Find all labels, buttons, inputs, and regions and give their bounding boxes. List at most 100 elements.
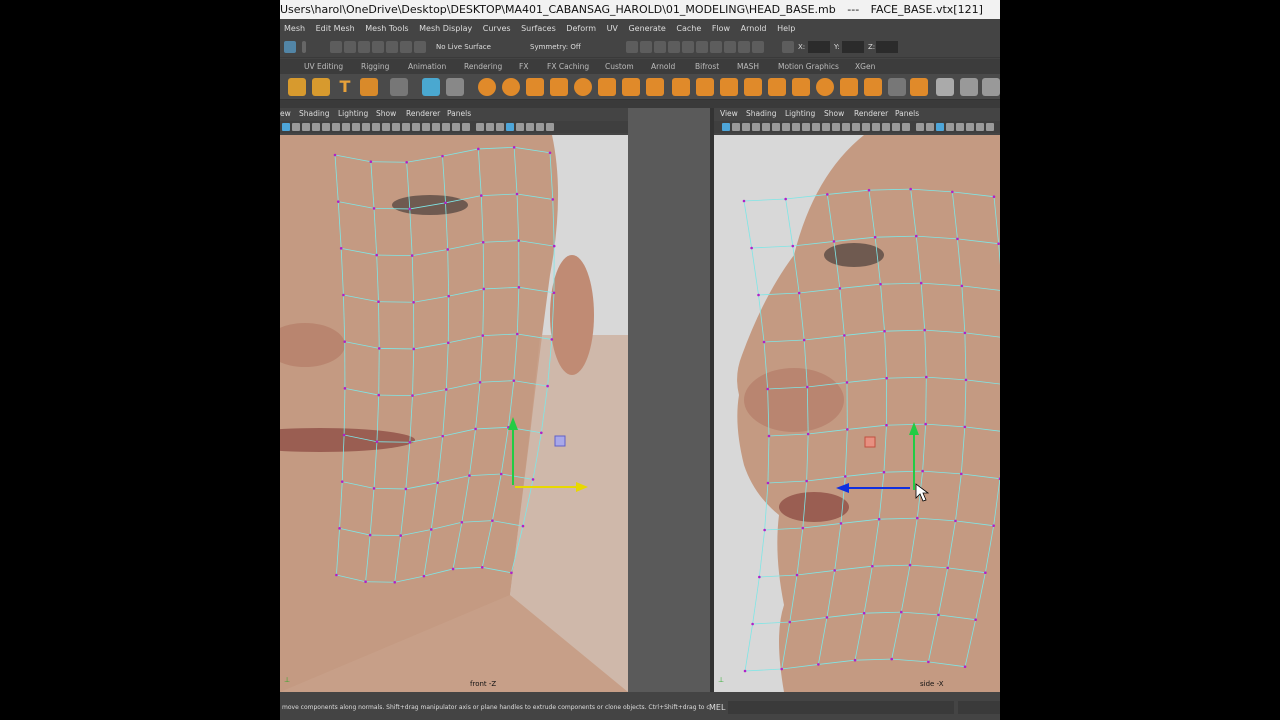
resolution-gate-icon[interactable]	[332, 123, 340, 131]
smooth-shade-icon[interactable]	[392, 123, 400, 131]
gear-icon[interactable]	[312, 78, 330, 96]
motion-blur-icon[interactable]	[452, 123, 460, 131]
resolution-gate-icon[interactable]	[772, 123, 780, 131]
menu-panels-side[interactable]: Panels	[895, 108, 919, 120]
safe-title-icon[interactable]	[812, 123, 820, 131]
mel-command-input[interactable]	[728, 701, 954, 714]
image-plane-icon[interactable]	[302, 123, 310, 131]
shelf-tab-uv-editing[interactable]: UV Editing	[304, 59, 343, 74]
merge-icon[interactable]	[792, 78, 810, 96]
arnold-render-icon[interactable]	[696, 41, 708, 53]
shadows-icon[interactable]	[872, 123, 880, 131]
render-current-icon[interactable]	[640, 41, 652, 53]
menu-item-arnold[interactable]: Arnold	[741, 19, 767, 38]
gamma-icon[interactable]	[536, 123, 544, 131]
cone-icon[interactable]	[574, 78, 592, 96]
antialiasing-icon[interactable]	[902, 123, 910, 131]
arnold-ipr-icon[interactable]	[710, 41, 722, 53]
menu-view-front[interactable]: ew	[280, 108, 291, 120]
combine-icon[interactable]	[622, 78, 640, 96]
magnet-icon[interactable]	[414, 41, 426, 53]
safe-action-icon[interactable]	[802, 123, 810, 131]
shelf-tab-bifrost[interactable]: Bifrost	[695, 59, 719, 74]
side-viewport[interactable]: side -X ⊥	[714, 135, 1000, 692]
textured-icon[interactable]	[412, 123, 420, 131]
menu-item-edit-mesh[interactable]: Edit Mesh	[316, 19, 355, 38]
xray-icon[interactable]	[926, 123, 934, 131]
select-mode-icon[interactable]	[284, 41, 296, 53]
menu-lighting-side[interactable]: Lighting	[785, 108, 815, 120]
menu-item-generate[interactable]: Generate	[628, 19, 665, 38]
shelf-tab-mash[interactable]: MASH	[737, 59, 759, 74]
menu-item-surfaces[interactable]: Surfaces	[521, 19, 556, 38]
front-viewport-canvas[interactable]	[280, 135, 628, 692]
camera-icon[interactable]	[722, 123, 730, 131]
transform-icon[interactable]	[782, 41, 794, 53]
xray-icon[interactable]	[486, 123, 494, 131]
fill-hole-icon[interactable]	[840, 78, 858, 96]
sculpt-icon[interactable]	[982, 78, 1000, 96]
shelf-tab-xgen[interactable]: XGen	[855, 59, 875, 74]
shelf-tab-rendering[interactable]: Rendering	[464, 59, 502, 74]
menu-lighting-front[interactable]: Lighting	[338, 108, 368, 120]
snap-curve-icon[interactable]	[344, 41, 356, 53]
arnold-light-icon[interactable]	[724, 41, 736, 53]
lights-icon[interactable]	[422, 123, 430, 131]
cylinder-icon[interactable]	[550, 78, 568, 96]
ambient-occlusion-icon[interactable]	[882, 123, 890, 131]
menu-item-curves[interactable]: Curves	[483, 19, 511, 38]
lattice-icon[interactable]	[960, 78, 978, 96]
front-viewport[interactable]: front -Z ⊥	[280, 135, 628, 692]
gate-mask-icon[interactable]	[782, 123, 790, 131]
color-manage-icon[interactable]	[976, 123, 984, 131]
menu-item-help[interactable]: Help	[777, 19, 795, 38]
image-plane-icon[interactable]	[742, 123, 750, 131]
grid-icon[interactable]	[752, 123, 760, 131]
menu-show-front[interactable]: Show	[376, 108, 396, 120]
safe-action-icon[interactable]	[362, 123, 370, 131]
menu-panels-front[interactable]: Panels	[447, 108, 471, 120]
antialiasing-icon[interactable]	[462, 123, 470, 131]
xray-components-icon[interactable]	[506, 123, 514, 131]
ipr-render-icon[interactable]	[654, 41, 666, 53]
isolate-icon[interactable]	[476, 123, 484, 131]
smooth-shade-icon[interactable]	[832, 123, 840, 131]
safe-title-icon[interactable]	[372, 123, 380, 131]
bookmark-icon[interactable]	[292, 123, 300, 131]
display-icon[interactable]	[986, 123, 994, 131]
menu-item-mesh-tools[interactable]: Mesh Tools	[365, 19, 408, 38]
menu-show-side[interactable]: Show	[824, 108, 844, 120]
hud-icon[interactable]	[946, 123, 954, 131]
wireframe-on-shaded-icon[interactable]	[842, 123, 850, 131]
svg-icon[interactable]	[360, 78, 378, 96]
pen-icon[interactable]	[936, 78, 954, 96]
quad-draw-icon[interactable]	[910, 78, 928, 96]
menu-item-deform[interactable]: Deform	[566, 19, 596, 38]
star-icon[interactable]	[288, 78, 306, 96]
separate-icon[interactable]	[646, 78, 664, 96]
extrude-icon[interactable]	[720, 78, 738, 96]
grid-icon[interactable]	[390, 78, 408, 96]
menu-item-flow[interactable]: Flow	[712, 19, 730, 38]
pause-icon[interactable]	[738, 41, 750, 53]
y-field[interactable]	[842, 41, 864, 53]
render-view-icon[interactable]	[626, 41, 638, 53]
snap-point-icon[interactable]	[358, 41, 370, 53]
xray-components-icon[interactable]	[936, 123, 944, 131]
shelf-tab-fx[interactable]: FX	[519, 59, 528, 74]
render-icon[interactable]	[446, 78, 464, 96]
field-chart-icon[interactable]	[792, 123, 800, 131]
xray-joints-icon[interactable]	[496, 123, 504, 131]
shelf-tab-arnold[interactable]: Arnold	[651, 59, 675, 74]
mesh-icon[interactable]	[672, 78, 690, 96]
ambient-occlusion-icon[interactable]	[442, 123, 450, 131]
field-chart-icon[interactable]	[352, 123, 360, 131]
lights-icon[interactable]	[862, 123, 870, 131]
cube-icon[interactable]	[526, 78, 544, 96]
bookmark-icon[interactable]	[732, 123, 740, 131]
render-settings-icon[interactable]	[668, 41, 680, 53]
grid-icon[interactable]	[312, 123, 320, 131]
z-field[interactable]	[876, 41, 898, 53]
bridge-icon[interactable]	[744, 78, 762, 96]
gate-mask-icon[interactable]	[342, 123, 350, 131]
